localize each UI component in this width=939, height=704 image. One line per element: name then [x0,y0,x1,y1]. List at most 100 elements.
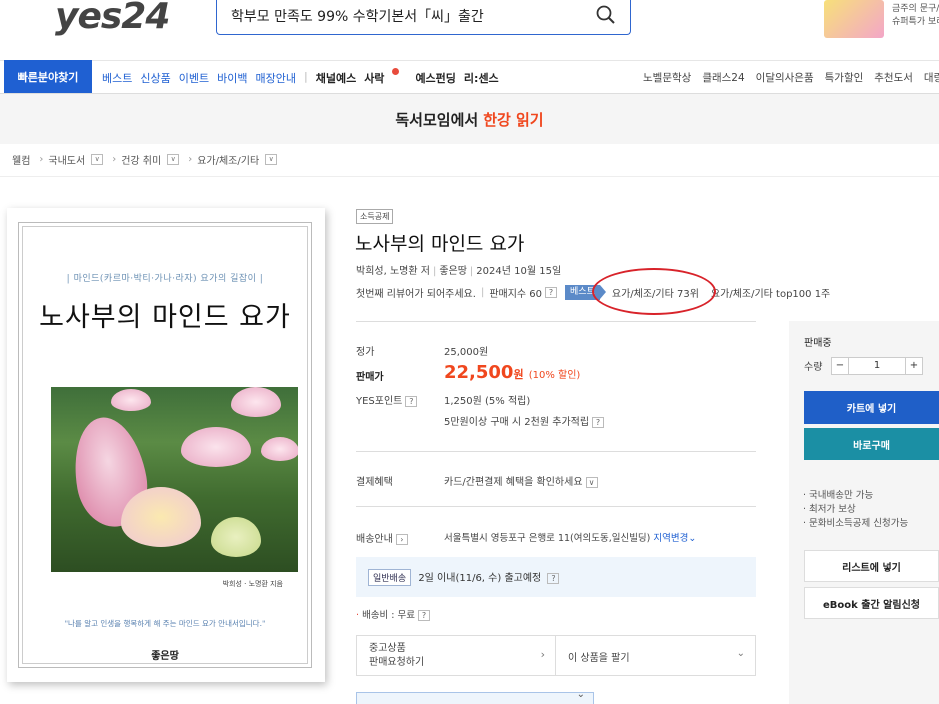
cover-title: 노사부의 마인드 요가 [39,302,291,333]
nav-bulk[interactable]: 대량 [924,70,939,85]
delivery-type-chip: 일반배송 [368,569,412,586]
pub-date: 2024년 10월 15일 [476,266,562,277]
sales-index: 판매지수 60 [489,289,543,300]
nav-funding[interactable]: 예스펀딩 [415,70,455,86]
secondary-nav: 노벨문학상 클래스24 이달의사은품 특가할인 추천도서 대량 [643,70,939,85]
minus-button[interactable]: − [831,357,849,375]
nav-recommend[interactable]: 추천도서 [874,70,913,85]
list-price: 25,000원 [444,347,489,358]
authors-link[interactable]: 박희성, 노명환 저 [356,266,430,277]
cover-subtitle: | 마인드(카르마·박티·가나·라자) 요가의 길잡이 | [66,274,264,284]
search-icon[interactable] [596,5,616,27]
chevron-down-icon[interactable]: ∨ [91,154,104,165]
delivery-eta: 2일 이내(11/6, 수) 출고예정 [418,573,542,584]
quantity-input[interactable]: 1 [849,357,905,375]
nav-separator: | [303,70,308,83]
nav-class24[interactable]: 클래스24 [702,70,744,85]
add-to-cart-button[interactable]: 카트에 넣기 [804,391,939,424]
points-label: YES포인트? [356,392,418,407]
divider [356,506,756,507]
product-title: 노사부의 마인드 요가 [355,233,525,255]
points-extra: 5만원이상 구매 시 2천원 추가적립? [444,413,605,428]
collapsed-panel[interactable]: ⌄ [356,689,594,704]
nav-buyback[interactable]: 바이백 [217,70,247,86]
quantity-stepper: − 1 + [831,357,923,375]
sale-price: 22,500원 (10% 할인) [444,362,581,383]
help-icon[interactable]: ? [547,573,560,584]
plus-button[interactable]: + [905,357,923,375]
promo-banner[interactable]: 독서모임에서 한강 읽기 [0,94,939,144]
breadcrumb-domestic[interactable]: 국내도서 [48,152,85,167]
review-link[interactable]: 첫번째 리뷰어가 되어주세요. [356,285,476,300]
divider [356,321,756,322]
benefit-link[interactable]: 카드/간편결제 혜택을 확인하세요 ∨ [444,473,598,488]
cover-publisher: 좋은땅 [151,651,179,662]
search-input[interactable]: 학부모 만족도 99% 수학기본서「씨」출간 [231,6,484,26]
yes24-logo[interactable]: yes24 [55,0,170,35]
publisher-link[interactable]: 좋은땅 [439,266,467,277]
breadcrumb-yoga[interactable]: 요가/체조/기타 [197,152,259,167]
cover-quote: "나를 알고 인생을 행복하게 해 주는 마인드 요가 안내서입니다." [64,619,266,628]
buy-now-button[interactable]: 바로구매 [804,428,939,460]
quick-category-button[interactable]: 빠른분야찾기 [4,60,92,93]
breadcrumb-home[interactable]: 웰컴 [12,152,30,167]
list-price-label: 정가 [356,347,375,358]
help-icon[interactable]: ? [405,396,418,407]
ebook-alert-button[interactable]: eBook 출간 알림신청 [804,587,939,619]
lotus-photo [51,387,298,572]
chevron-down-icon[interactable]: ∨ [167,154,180,165]
shipping-address: 서울특별시 영등포구 은행로 11(여의도동,일신빌딩) 지역변경⌄ [444,533,697,544]
chevron-down-icon: ⌄ [736,648,745,659]
breadcrumb-hobby[interactable]: 건강 취미 [121,152,161,167]
shipping-eta-box: 일반배송 2일 이내(11/6, 수) 출고예정 ? [356,557,756,597]
chevron-right-icon: › [540,648,545,661]
main-nav: 베스트 신상품 이벤트 바이백 매장안내 | 채널예스 사락 예스펀딩 리:센스 [102,68,507,86]
nav-store[interactable]: 매장안내 [256,70,296,86]
nav-new[interactable]: 신상품 [140,70,170,86]
chevron-right-icon: › [112,154,117,165]
chevron-down-icon: ⌄ [576,689,585,700]
rank-weeks: 요가/체조/기타 top100 1주 [710,289,831,300]
chevron-right-icon: › [188,154,193,165]
chevron-right-icon[interactable]: › [395,534,408,545]
sale-price-label: 판매가 [356,372,384,383]
sale-status: 판매중 [804,338,832,349]
help-icon[interactable]: ? [592,417,605,428]
nav-gift[interactable]: 이달의사은품 [756,70,814,85]
shipping-fee: · 배송비 : 무료? [356,607,431,621]
help-icon[interactable]: ? [418,610,431,621]
chevron-down-icon: ⌄ [688,533,697,544]
promo-image[interactable] [824,0,884,38]
shipping-label: 배송안내 › [356,530,408,545]
nav-nobel[interactable]: 노벨문학상 [643,70,691,85]
product-meta: 박희성, 노명환 저 | 좋은땅 | 2024년 10월 15일 [356,266,562,277]
chevron-down-icon[interactable]: ∨ [585,477,598,488]
chevron-right-icon: › [39,154,44,165]
highlight-circle [592,268,716,315]
nav-channel-yes[interactable]: 채널예스 [316,70,356,86]
used-sell-request[interactable]: 중고상품 판매요청하기 › [356,635,556,676]
divider [0,176,939,177]
nav-special[interactable]: 특가할인 [825,70,864,85]
cover-frame: | 마인드(카르마·박티·가나·라자) 요가의 길잡이 | 노사부의 마인드 요… [18,222,312,668]
nav-license[interactable]: 리:센스 [464,70,499,86]
breadcrumb: 웰컴 › 국내도서 ∨ › 건강 취미 ∨ › 요가/체조/기타 ∨ [12,152,281,167]
promo-text[interactable]: 금주의 문구/ 슈퍼특가 보러 [892,3,939,29]
nav-event[interactable]: 이벤트 [179,70,209,86]
change-region-link[interactable]: 지역변경 [653,533,688,544]
add-to-wishlist-button[interactable]: 리스트에 넣기 [804,550,939,582]
qty-label: 수량 [804,362,823,373]
search-box[interactable]: 학부모 만족도 99% 수학기본서「씨」출간 [216,0,631,35]
sell-this-item[interactable]: 이 상품을 팔기 ⌄ [555,635,756,676]
chevron-down-icon[interactable]: ∨ [265,154,278,165]
divider [0,60,939,61]
divider [356,451,756,452]
nav-best[interactable]: 베스트 [102,70,132,86]
help-icon[interactable]: ? [545,287,558,298]
benefit-label: 결제혜택 [356,477,393,488]
book-cover[interactable]: | 마인드(카르마·박티·가나·라자) 요가의 길잡이 | 노사부의 마인드 요… [7,208,325,682]
cover-author: 박희성 · 노명환 지음 [222,580,283,588]
purchase-info-list: · 국내배송만 가능 · 최저가 보상 · 문화비소득공제 신청가능 [803,490,909,529]
nav-sarak[interactable]: 사락 [364,68,407,86]
points-value: 1,250원 (5% 적립) [444,396,531,407]
